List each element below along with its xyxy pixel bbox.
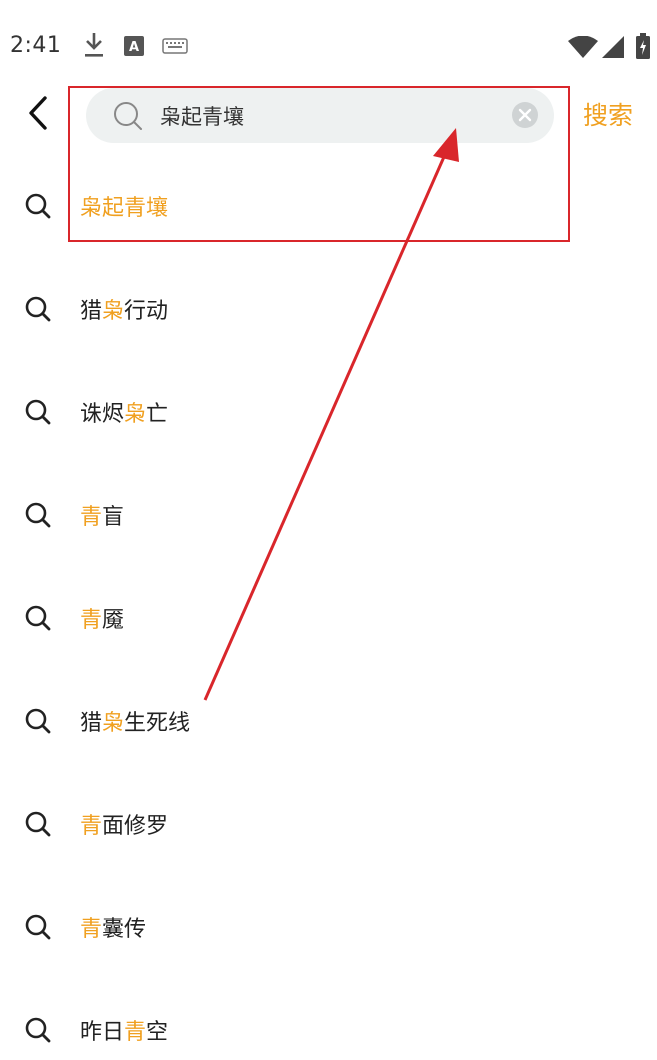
suggestion-text: 盲 [102, 505, 125, 530]
search-icon [24, 810, 52, 842]
suggestion-label: 诛烬枭亡 [80, 396, 168, 428]
wifi-icon [568, 35, 598, 62]
suggestion-item[interactable]: 青囊传 [0, 897, 600, 957]
suggestion-label: 青囊传 [80, 911, 146, 943]
search-icon [24, 913, 52, 945]
suggestion-label: 枭起青壤 [80, 190, 168, 222]
suggestion-match-text: 枭 [102, 711, 125, 736]
suggestion-item[interactable]: 诛烬枭亡 [0, 382, 600, 442]
status-bar: 2:41 A [0, 0, 657, 90]
suggestion-text: 行动 [124, 299, 169, 324]
suggestion-text: 猎 [80, 299, 103, 324]
suggestion-match-text: 青 [80, 608, 103, 633]
suggestion-text: 面修罗 [102, 814, 169, 839]
search-icon [24, 398, 52, 430]
suggestion-text: 亡 [146, 402, 169, 427]
search-icon [24, 604, 52, 636]
suggestion-item[interactable]: 昨日青空 [0, 1000, 600, 1060]
svg-text:A: A [129, 40, 139, 55]
search-icon [24, 707, 52, 739]
suggestion-item[interactable]: 猎枭生死线 [0, 691, 600, 751]
suggestion-match-text: 枭起青壤 [80, 196, 169, 221]
suggestion-match-text: 枭 [124, 402, 147, 427]
signal-icon [602, 36, 624, 62]
suggestion-text: 囊传 [102, 917, 147, 942]
suggestion-text: 昨日 [80, 1020, 125, 1045]
suggestion-item[interactable]: 猎枭行动 [0, 279, 600, 339]
suggestion-match-text: 青 [80, 814, 103, 839]
search-icon [112, 100, 144, 136]
search-icon [24, 295, 52, 327]
suggestion-label: 昨日青空 [80, 1014, 168, 1046]
search-box[interactable] [86, 88, 554, 143]
search-submit-button[interactable]: 搜索 [583, 96, 633, 132]
suggestion-text: 魇 [102, 608, 125, 633]
suggestion-text: 生死线 [124, 711, 191, 736]
search-icon [24, 501, 52, 533]
search-input[interactable] [160, 88, 500, 143]
keyboard-icon [162, 38, 188, 58]
suggestion-item[interactable]: 枭起青壤 [0, 176, 600, 236]
suggestion-label: 青盲 [80, 499, 124, 531]
search-icon [24, 1016, 52, 1048]
suggestion-text: 空 [146, 1020, 169, 1045]
status-time: 2:41 [10, 33, 62, 58]
clear-icon [511, 102, 539, 133]
suggestion-label: 猎枭生死线 [80, 705, 190, 737]
suggestion-item[interactable]: 青魇 [0, 588, 600, 648]
chevron-left-icon [26, 95, 50, 135]
suggestion-label: 青魇 [80, 602, 124, 634]
search-icon [24, 192, 52, 224]
suggestion-match-text: 青 [80, 917, 103, 942]
suggestion-label: 猎枭行动 [80, 293, 168, 325]
a-notification-icon: A [124, 36, 144, 60]
suggestion-match-text: 枭 [102, 299, 125, 324]
suggestion-text: 猎 [80, 711, 103, 736]
back-button[interactable] [18, 92, 58, 138]
suggestion-text: 诛烬 [80, 402, 125, 427]
clear-button[interactable] [511, 101, 539, 129]
battery-charging-icon [636, 33, 650, 63]
suggestion-label: 青面修罗 [80, 808, 168, 840]
suggestion-match-text: 青 [80, 505, 103, 530]
suggestion-match-text: 青 [124, 1020, 147, 1045]
download-icon [82, 30, 106, 64]
suggestion-item[interactable]: 青面修罗 [0, 794, 600, 854]
suggestion-item[interactable]: 青盲 [0, 485, 600, 545]
